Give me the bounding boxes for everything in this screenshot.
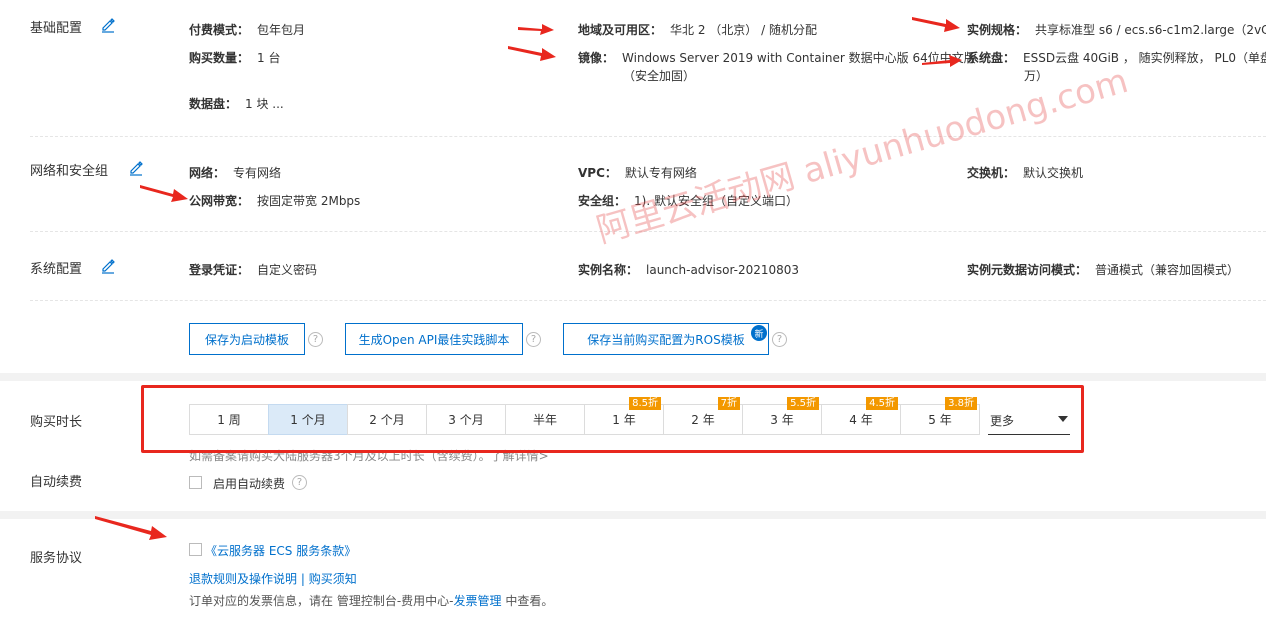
divider	[30, 300, 1266, 301]
network-value: 专有网络	[233, 166, 282, 180]
help-icon[interactable]: ?	[292, 475, 307, 490]
bandwidth-row: 公网带宽： 按固定带宽 2Mbps	[189, 192, 360, 209]
billing-mode-value: 包年包月	[257, 23, 306, 37]
service-terms-link[interactable]: 《云服务器 ECS 服务条款》	[205, 542, 356, 559]
bandwidth-value: 按固定带宽 2Mbps	[257, 194, 361, 208]
annotation-arrow-icon	[922, 55, 962, 67]
agreement-label: 服务协议	[30, 551, 83, 566]
section-title-system: 系统配置	[30, 262, 83, 277]
purchase-notice-link[interactable]: 购买须知	[309, 572, 357, 586]
spec-label: 实例规格：	[967, 23, 1028, 37]
login-credential-value: 自定义密码	[257, 263, 318, 277]
edit-icon[interactable]	[100, 258, 116, 274]
edit-icon[interactable]	[128, 160, 144, 176]
billing-mode-label: 付费模式：	[189, 23, 250, 37]
edit-icon[interactable]	[100, 17, 116, 33]
config-summary-panel: 基础配置 付费模式： 包年包月 购买数量： 1 台 数据盘： 1 块 ... 地域及可…	[0, 0, 1266, 373]
auto-renew-checkbox[interactable]	[189, 476, 202, 489]
help-icon[interactable]: ?	[526, 332, 541, 347]
save-launch-template-button[interactable]: 保存为启动模板	[189, 323, 305, 355]
link-separator: |	[297, 572, 309, 586]
network-label: 网络：	[189, 166, 226, 180]
annotation-arrow-icon	[518, 24, 554, 35]
generate-openapi-button[interactable]: 生成Open API最佳实践脚本	[345, 323, 523, 355]
duration-label: 购买时长	[30, 415, 83, 430]
system-disk-label: 系统盘：	[967, 51, 1016, 65]
invoice-note-text: 订单对应的发票信息，请在 管理控制台-费用中心-	[189, 594, 454, 608]
billing-mode-row: 付费模式： 包年包月	[189, 21, 305, 38]
data-disk-row: 数据盘： 1 块 ...	[189, 95, 284, 112]
switch-value: 默认交换机	[1023, 166, 1084, 180]
annotation-arrow-icon	[140, 185, 188, 202]
quantity-row: 购买数量： 1 台	[189, 49, 280, 66]
section-title-basic: 基础配置	[30, 21, 83, 36]
data-disk-label: 数据盘：	[189, 97, 238, 111]
invoice-note-tail: 中查看。	[501, 594, 554, 608]
system-disk-value: ESSD云盘 40GiB ， 随实例释放， PL0（单盘IOP	[1023, 51, 1266, 65]
section-title-network: 网络和安全组	[30, 164, 109, 179]
vpc-label: VPC：	[578, 166, 617, 180]
switch-label: 交换机：	[967, 166, 1016, 180]
metadata-mode-value: 普通模式（兼容加固模式）	[1095, 263, 1240, 277]
invoice-note: 订单对应的发票信息，请在 管理控制台-费用中心-发票管理 中查看。	[189, 592, 553, 609]
metadata-mode-row: 实例元数据访问模式： 普通模式（兼容加固模式）	[967, 261, 1239, 278]
auto-renew-label: 自动续费	[30, 475, 83, 490]
help-icon[interactable]: ?	[308, 332, 323, 347]
image-label: 镜像：	[578, 51, 615, 65]
login-credential-label: 登录凭证：	[189, 263, 250, 277]
instance-name-value: launch-advisor-20210803	[646, 263, 800, 277]
spec-row: 实例规格： 共享标准型 s6 / ecs.s6-c1m2.large（2vCPU …	[967, 21, 1266, 38]
image-value-cont: （安全加固）	[623, 69, 696, 83]
annotation-arrow-icon	[95, 516, 167, 540]
invoice-management-link[interactable]: 发票管理	[453, 594, 501, 608]
region-value: 华北 2 （北京） / 随机分配	[670, 23, 817, 37]
agreement-checkbox[interactable]	[189, 543, 202, 556]
refund-notice-links: 退款规则及操作说明 | 购买须知	[189, 570, 357, 587]
quantity-value: 1 台	[257, 51, 281, 65]
network-row: 网络： 专有网络	[189, 164, 281, 181]
region-label: 地域及可用区：	[578, 23, 663, 37]
login-credential-row: 登录凭证： 自定义密码	[189, 261, 317, 278]
metadata-mode-label: 实例元数据访问模式：	[967, 263, 1088, 277]
spec-value: 共享标准型 s6 / ecs.s6-c1m2.large（2vCPU 4	[1035, 23, 1266, 37]
refund-rules-link[interactable]: 退款规则及操作说明	[189, 572, 297, 586]
annotation-highlight-box	[141, 385, 1084, 453]
auto-renew-option-label: 启用自动续费	[213, 477, 286, 491]
instance-name-label: 实例名称：	[578, 263, 639, 277]
image-row: 镜像： Windows Server 2019 with Container 数据…	[578, 49, 976, 66]
save-ros-template-button[interactable]: 保存当前购买配置为ROS模板	[563, 323, 769, 355]
divider	[30, 136, 1266, 137]
new-badge: 新	[751, 325, 767, 341]
quantity-label: 购买数量：	[189, 51, 250, 65]
instance-name-row: 实例名称： launch-advisor-20210803	[578, 261, 799, 278]
annotation-arrow-icon	[912, 17, 960, 32]
region-row: 地域及可用区： 华北 2 （北京） / 随机分配	[578, 21, 817, 38]
data-disk-value: 1 块 ...	[245, 97, 284, 111]
help-icon[interactable]: ?	[772, 332, 787, 347]
annotation-arrow-icon	[508, 46, 556, 61]
bandwidth-label: 公网带宽：	[189, 194, 250, 208]
switch-row: 交换机： 默认交换机	[967, 164, 1083, 181]
